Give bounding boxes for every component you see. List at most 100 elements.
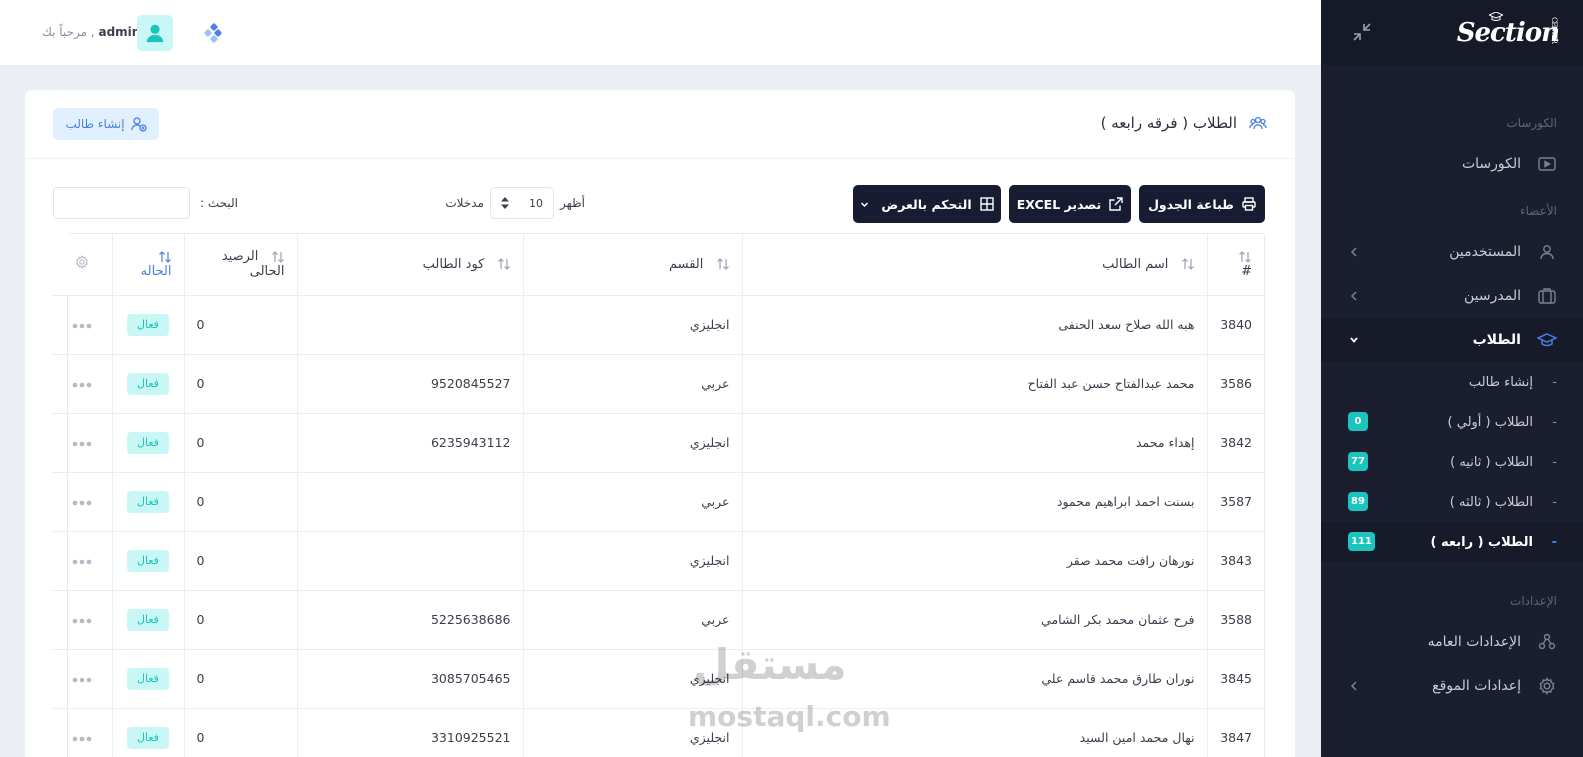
more-actions-icon[interactable] [72,677,92,683]
cell-actions [52,707,112,757]
table-row[interactable]: 3587 بسنت احمد ابراهيم محمود عربي 0 فعال [52,471,1264,531]
sidebar-item-teachers[interactable]: المدرسين [1321,274,1583,318]
sidebar-item-courses[interactable]: الكورسات [1321,142,1583,186]
count-badge: 111 [1348,532,1375,551]
grid-icon [979,197,994,211]
cell-id: 3845 [1206,648,1264,708]
sidebar-subitem-students-first[interactable]: - الطلاب ( أولي ) 0 [1321,402,1583,442]
sidebar-subitem-label: إنشاء طالب [1468,374,1533,390]
more-actions-icon[interactable] [72,323,92,329]
more-actions-icon[interactable] [72,559,92,565]
view-control-button[interactable]: التحكم بالعرض [853,185,1001,223]
chevron-down-icon [1350,337,1358,343]
cell-id: 3840 [1206,294,1264,354]
cell-balance: 0 [183,648,297,708]
status-badge[interactable]: فعال [127,431,169,454]
sidebar-subitem-students-third[interactable]: - الطلاب ( ثالثه ) 89 [1321,482,1583,522]
table-row[interactable]: 3847 نهال محمد امين السيد انجليزي 331092… [52,707,1264,757]
status-badge[interactable]: فعال [127,608,169,631]
print-label: طباعة الجدول [1148,196,1234,212]
column-header-balance[interactable]: الرصيد الحالى [183,234,297,295]
chevron-left-icon [1350,247,1357,257]
column-header-id[interactable]: # [1206,234,1264,295]
search-label: البحث : [200,196,238,210]
cell-code [296,471,523,531]
logo[interactable]: Section CENTER [1457,12,1560,54]
sidebar-item-site-settings[interactable]: إعدادات الموقع [1321,664,1583,708]
cell-actions [52,648,112,708]
entries-label: مدخلات [445,196,484,210]
sidebar-subitem-students-fourth[interactable]: - الطلاب ( رابعه ) 111 [1321,522,1583,562]
export-excel-button[interactable]: تصدير EXCEL [1009,185,1131,223]
sort-icon [716,258,729,271]
print-table-button[interactable]: طباعة الجدول [1139,185,1265,223]
show-label: أظهر [559,196,585,210]
column-header-label: اسم الطالب [1102,256,1169,272]
cell-balance: 0 [183,707,297,757]
cell-status: فعال [111,530,184,590]
cell-balance: 0 [183,471,297,531]
status-badge[interactable]: فعال [127,549,169,572]
cell-status: فعال [111,294,184,354]
apps-icon[interactable] [203,23,223,43]
cell-department: عربي [522,589,742,649]
chevron-left-icon [1350,681,1357,691]
cell-balance: 0 [183,530,297,590]
more-actions-icon[interactable] [72,736,92,742]
table-row[interactable]: 3843 نورهان رافت محمد صقر انجليزي 0 فعال [52,530,1264,590]
cell-status: فعال [111,707,184,757]
column-header-actions[interactable] [52,234,112,295]
search-input[interactable] [53,187,190,219]
sidebar-item-label: المستخدمين [1449,244,1521,260]
users-group-icon [1249,116,1267,130]
table-row[interactable]: 3845 نوران طارق محمد قاسم علي انجليزي 30… [52,648,1264,708]
column-header-label: كود الطالب [422,256,485,272]
video-icon [1537,154,1557,174]
status-badge[interactable]: فعال [127,490,169,513]
column-header-department[interactable]: القسم [522,234,742,295]
logo-subtext: CENTER [1550,17,1559,43]
sidebar-subitem-label: الطلاب ( ثالثه ) [1449,494,1533,510]
sidebar-item-students[interactable]: الطلاب [1321,318,1583,362]
column-header-code[interactable]: كود الطالب [296,234,523,295]
cell-department: عربي [522,353,742,413]
user-icon [1537,242,1557,262]
card-header: الطلاب ( فرقه رابعه ) إنشاء طالب [25,90,1295,159]
cell-actions [52,353,112,413]
more-actions-icon[interactable] [72,382,92,388]
table-row[interactable]: 3588 فرح عثمان محمد بكر الشامي عربي 5225… [52,589,1264,649]
avatar[interactable] [137,15,173,51]
cell-actions [52,294,112,354]
cell-actions [52,530,112,590]
cell-status: فعال [111,648,184,708]
column-header-name[interactable]: اسم الطالب [741,234,1207,295]
topbar: مرحباً بك , admin [0,0,1321,65]
sidebar-item-users[interactable]: المستخدمين [1321,230,1583,274]
cell-name: نورهان رافت محمد صقر [741,530,1207,590]
section-members: الأعضاء [1519,204,1557,218]
table-row[interactable]: 3842 إهداء محمد انجليزي 6235943112 0 فعا… [52,412,1264,472]
table-row[interactable]: 3586 محمد عبدالفتاح حسن عبد الفتاح عربي … [52,353,1264,413]
status-badge[interactable]: فعال [127,372,169,395]
column-header-status[interactable]: الحاله [111,234,184,295]
more-actions-icon[interactable] [72,441,92,447]
status-badge[interactable]: فعال [127,313,169,336]
cell-name: محمد عبدالفتاح حسن عبد الفتاح [741,353,1207,413]
sidebar-subitem-create-student[interactable]: - إنشاء طالب [1321,362,1583,402]
create-student-button[interactable]: إنشاء طالب [53,108,159,140]
page-title: الطلاب ( فرقه رابعه ) [1101,114,1267,132]
collapse-icon[interactable] [1351,21,1373,43]
search-control: البحث : [53,187,238,219]
cell-name: إهداء محمد [741,412,1207,472]
sidebar-header: Section CENTER [1321,0,1583,65]
more-actions-icon[interactable] [72,500,92,506]
more-actions-icon[interactable] [72,618,92,624]
status-badge[interactable]: فعال [127,667,169,690]
sidebar-item-general-settings[interactable]: الإعدادات العامه [1321,620,1583,664]
status-badge[interactable]: فعال [127,726,169,749]
table-row[interactable]: 3840 هبه الله صلاح سعد الحنفى انجليزي 0 … [52,294,1264,354]
user-plus-icon [130,117,147,132]
cell-balance: 0 [183,412,297,472]
sidebar-subitem-students-second[interactable]: - الطلاب ( ثانيه ) 77 [1321,442,1583,482]
page-length-select[interactable]: 10 [489,187,554,219]
